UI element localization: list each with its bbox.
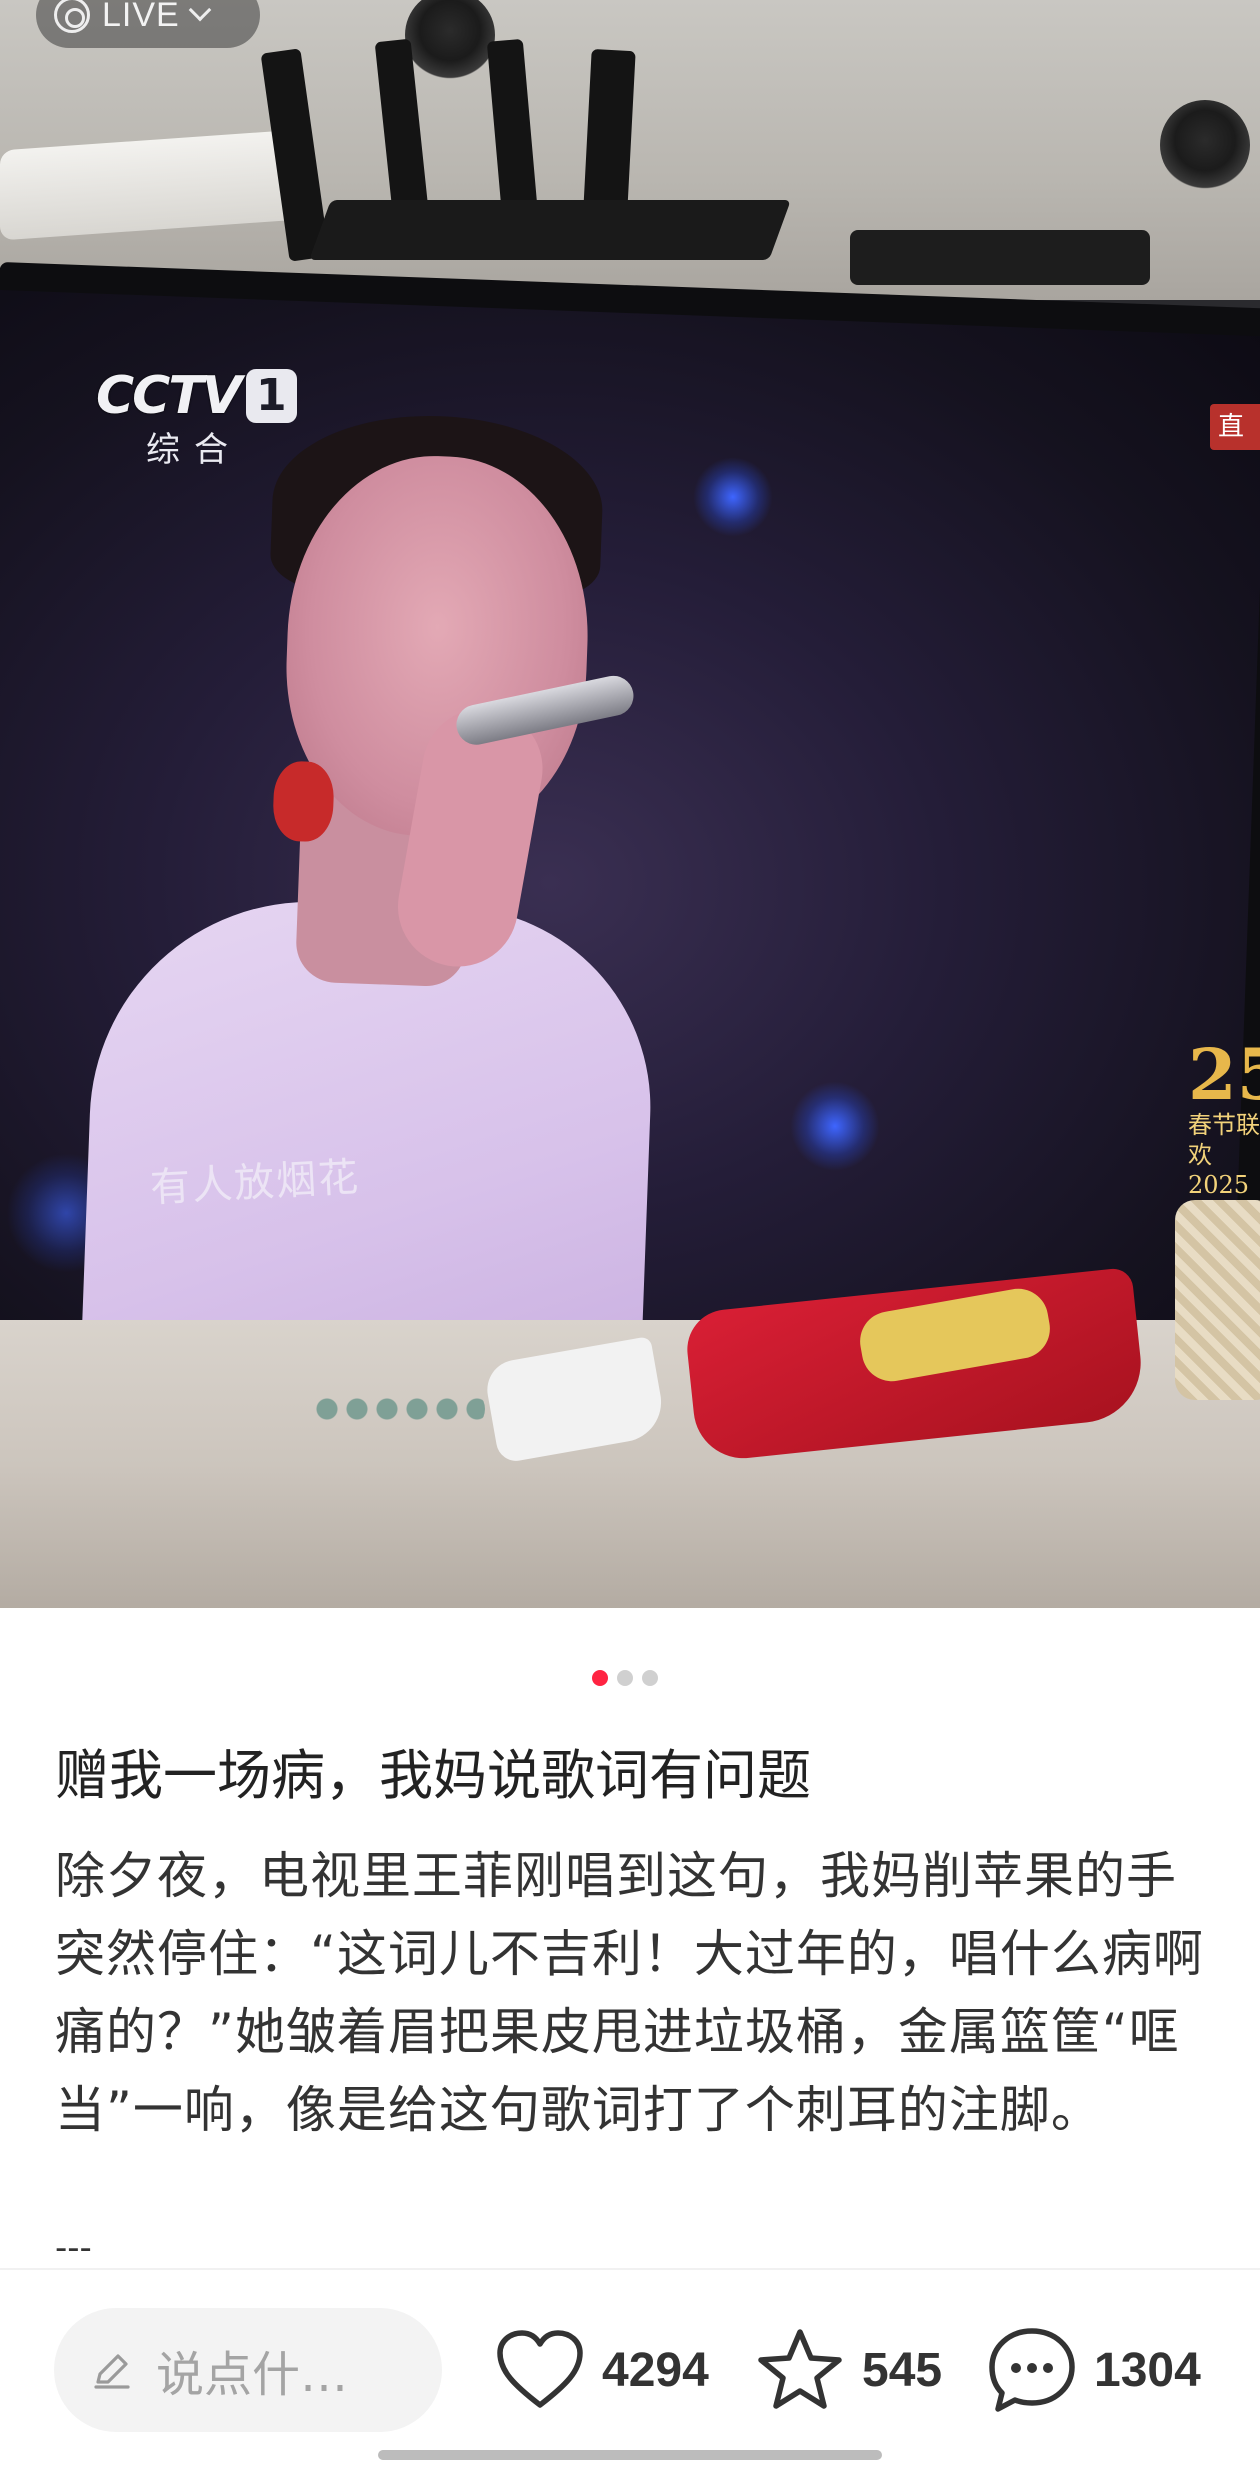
pager-dot[interactable] [642,1670,658,1686]
gala-badge-logo: 25 [1188,1033,1260,1116]
collect-count: 545 [862,2343,943,2397]
heart-icon [497,2330,583,2408]
comment-button[interactable]: 1304 [986,2320,1201,2420]
bead-bracelet [315,1388,485,1430]
star-icon [758,2329,842,2409]
bottom-action-bar: 说点什… 4294 545 1304 [0,2268,1260,2468]
gala-badge-year: 2025 [1188,1171,1250,1199]
post-image[interactable]: CCTV 1 综合 直 有人放烟花 25 春节联欢 2025 LIVE [0,0,1260,1608]
pencil-icon [94,2354,130,2389]
basket [1175,1200,1260,1400]
collect-button[interactable]: 545 [754,2320,942,2420]
channel-number: 1 [246,369,297,423]
gala-badge-title: 春节联欢 [1188,1111,1260,1169]
tv-live-tag: 直 [1210,404,1260,450]
gala-badge: 25 春节联欢 2025 [1188,1040,1260,1200]
pager-dot[interactable] [617,1670,633,1686]
router-base [309,200,791,260]
channel-logo: CCTV 1 综合 [96,366,306,471]
like-count: 4294 [602,2343,709,2397]
pager-dot-active[interactable] [592,1670,608,1686]
image-pager[interactable] [592,1670,658,1686]
wall-decal-rose [1160,100,1250,190]
comment-placeholder: 说点什… [156,2347,349,2403]
live-photo-toggle[interactable]: LIVE [36,0,260,48]
comment-input[interactable]: 说点什… [54,2308,442,2432]
live-photo-icon [54,0,90,33]
chevron-down-icon [188,0,212,22]
singer-earring [272,760,335,843]
post-title: 赠我一场病，我妈说歌词有问题 [55,1744,811,1807]
chat-bubble-icon [989,2328,1075,2412]
post-separator: --- [55,2228,92,2268]
comment-count: 1304 [1094,2343,1201,2397]
set-top-box [850,230,1150,285]
home-indicator[interactable] [378,2450,882,2460]
post-body: 除夕夜，电视里王菲刚唱到这句，我妈削苹果的手突然停住：“这词儿不吉利！大过年的，… [55,1847,1204,2139]
like-button[interactable]: 4294 [494,2320,709,2420]
live-label: LIVE [102,0,180,34]
tv-subtitle: 有人放烟花 [149,1154,362,1212]
channel-logo-text: CCTV [96,366,242,426]
channel-name: 综合 [146,430,242,470]
